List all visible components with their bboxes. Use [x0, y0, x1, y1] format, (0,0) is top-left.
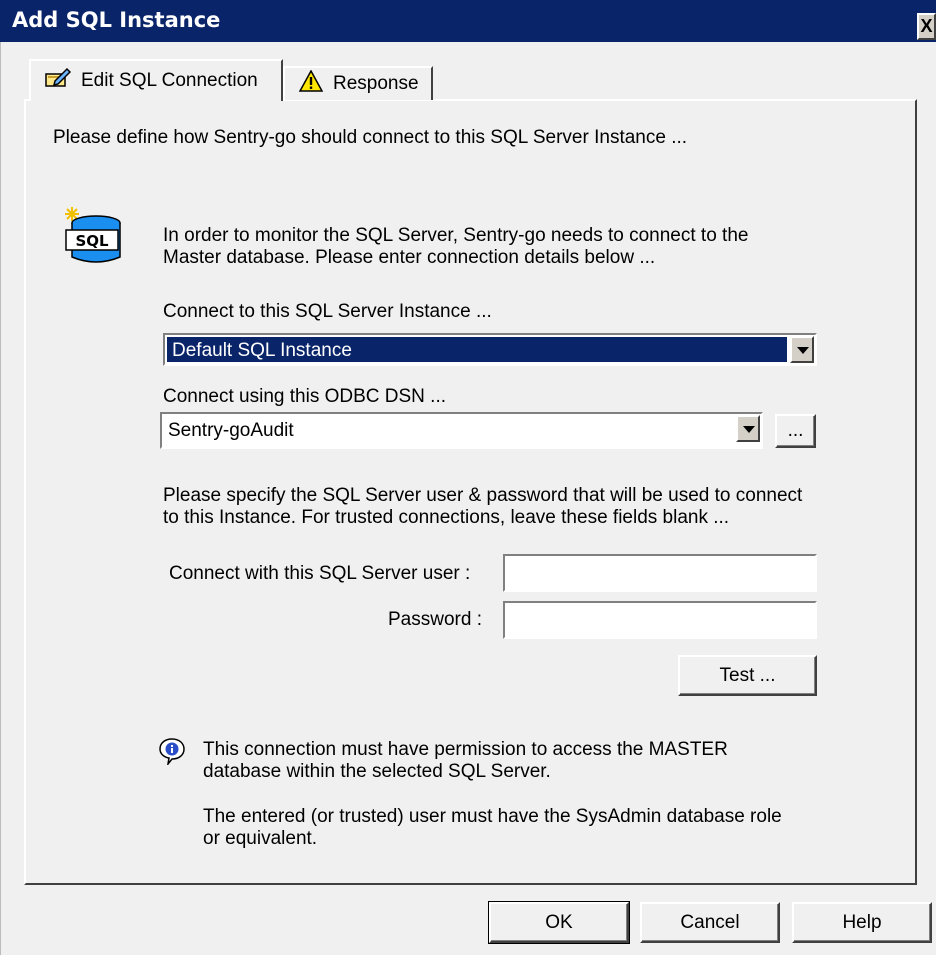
dsn-value: Sentry-goAudit	[168, 420, 294, 441]
info-permission-text: This connection must have permission to …	[203, 739, 728, 783]
instance-select[interactable]: Default SQL Instance	[163, 333, 817, 366]
tab-label: Edit SQL Connection	[81, 70, 258, 91]
tab-edit-sql-connection[interactable]: Edit SQL Connection	[29, 59, 283, 101]
monitor-instructions: In order to monitor the SQL Server, Sent…	[163, 225, 748, 269]
close-icon: X	[920, 16, 933, 36]
warning-icon	[298, 69, 324, 98]
instance-value: Default SQL Instance	[167, 337, 787, 362]
info-icon	[158, 737, 186, 767]
monitor-text-line: Master database. Please enter connection…	[163, 247, 656, 268]
user-input[interactable]	[503, 554, 817, 592]
info-text-line: This connection must have permission to …	[203, 739, 728, 760]
instance-label: Connect to this SQL Server Instance ...	[163, 301, 492, 322]
tab-label: Response	[333, 73, 419, 94]
credentials-text-line: to this Instance. For trusted connection…	[163, 507, 730, 528]
close-button[interactable]: X	[917, 13, 936, 40]
browse-dsn-button[interactable]: ...	[775, 414, 816, 448]
info-text-line: database within the selected SQL Server.	[203, 761, 551, 782]
tab-response[interactable]: Response	[283, 66, 433, 100]
info-text-line: The entered (or trusted) user must have …	[203, 806, 782, 827]
sql-server-icon: SQL	[62, 205, 122, 265]
monitor-text-line: In order to monitor the SQL Server, Sent…	[163, 225, 749, 246]
credentials-text-line: Please specify the SQL Server user & pas…	[163, 485, 803, 506]
sql-icon-text: SQL	[75, 232, 109, 250]
window-title: Add SQL Instance	[12, 8, 221, 32]
credentials-instructions: Please specify the SQL Server user & pas…	[163, 485, 802, 529]
password-input[interactable]	[503, 601, 817, 639]
password-label: Password :	[388, 609, 482, 630]
ok-button[interactable]: OK	[488, 901, 630, 944]
info-role-text: The entered (or trusted) user must have …	[203, 806, 782, 850]
info-text-line: or equivalent.	[203, 828, 318, 849]
edit-connection-icon	[45, 67, 72, 95]
dsn-label: Connect using this ODBC DSN ...	[163, 386, 446, 407]
dsn-select[interactable]: Sentry-goAudit	[160, 412, 763, 449]
chevron-down-icon[interactable]	[790, 336, 814, 363]
help-button[interactable]: Help	[792, 902, 932, 943]
user-label: Connect with this SQL Server user :	[169, 563, 471, 584]
test-button[interactable]: Test ...	[678, 655, 817, 696]
chevron-down-icon[interactable]	[736, 415, 760, 442]
cancel-button[interactable]: Cancel	[640, 902, 780, 943]
intro-text: Please define how Sentry-go should conne…	[53, 127, 688, 148]
